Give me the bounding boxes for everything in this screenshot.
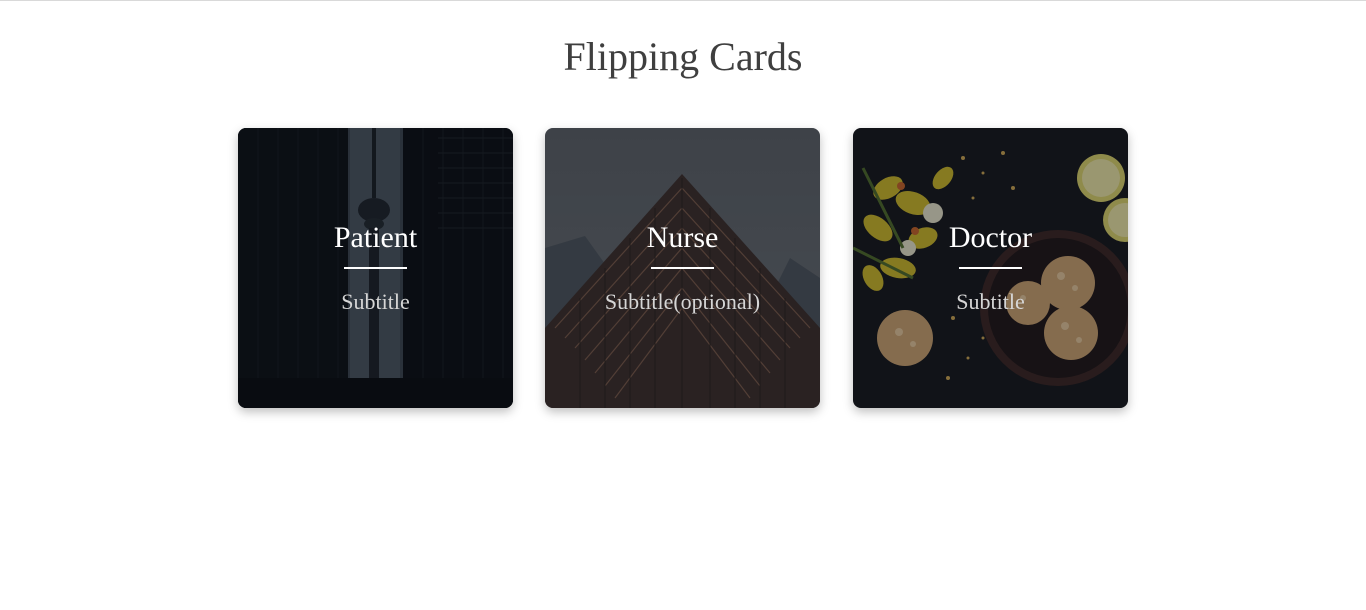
card-divider — [959, 267, 1022, 269]
flip-card-patient[interactable]: Patient Subtitle — [238, 128, 513, 408]
card-subtitle: Subtitle — [956, 289, 1025, 314]
card-subtitle: Subtitle(optional) — [604, 289, 761, 314]
flip-card-nurse[interactable]: Nurse Subtitle(optional) — [545, 128, 820, 408]
card-title: Patient — [333, 221, 418, 254]
card-front: Nurse Subtitle(optional) — [545, 128, 820, 408]
card-divider — [344, 267, 407, 269]
flip-card-doctor[interactable]: Doctor Subtitle — [853, 128, 1128, 408]
card-divider — [651, 267, 714, 269]
page-title: Flipping Cards — [563, 34, 803, 79]
top-border — [0, 0, 1366, 1]
card-front: Doctor Subtitle — [853, 128, 1128, 408]
card-title: Doctor — [948, 221, 1033, 254]
card-grid: Patient Subtitle Nurse Subtitle(optional… — [238, 128, 1128, 408]
card-subtitle: Subtitle — [341, 289, 410, 314]
card-front: Patient Subtitle — [238, 128, 513, 408]
card-title: Nurse — [646, 221, 719, 254]
